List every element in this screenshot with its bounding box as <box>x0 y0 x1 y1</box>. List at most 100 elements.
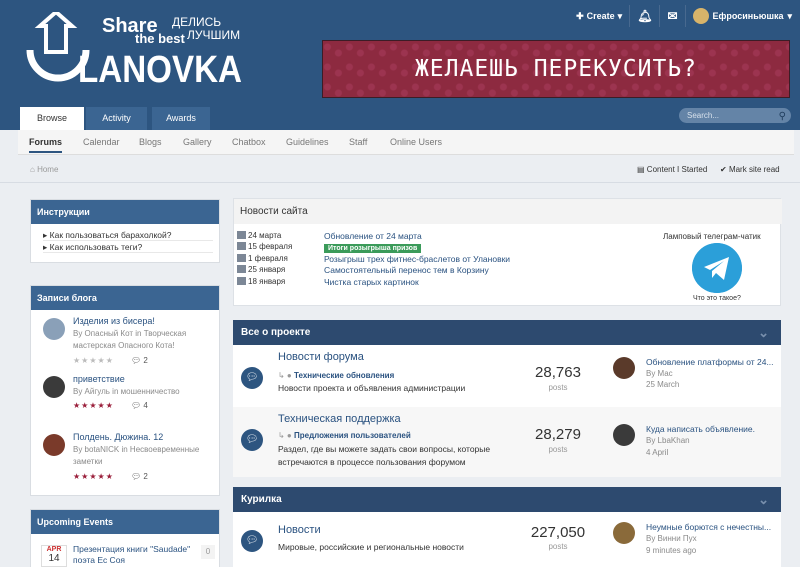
search-placeholder: Search... <box>687 111 720 120</box>
instructions-list: ▸ Как пользоваться барахолкой? ▸ Как исп… <box>31 224 219 253</box>
news-link[interactable]: Чистка старых картинок <box>324 277 419 288</box>
search-icon[interactable]: ⚲ <box>779 109 786 124</box>
forum-posts-label: posts <box>548 445 568 454</box>
subforum-link[interactable]: ↳ ● Предложения пользователей <box>278 431 411 440</box>
last-post-date: 9 minutes ago <box>646 546 697 555</box>
subnav-chatbox[interactable]: Chatbox <box>232 137 266 147</box>
subnav-forums[interactable]: Forums <box>29 137 63 153</box>
avatar[interactable] <box>613 522 635 544</box>
news-date-label: 24 марта <box>248 231 282 240</box>
comment-icon: 💬︎ <box>131 356 142 365</box>
instruction-link[interactable]: ▸ Как пользоваться барахолкой? <box>43 229 213 241</box>
news-link[interactable]: Обновление от 24 марта <box>324 231 422 242</box>
instruction-link[interactable]: ▸ Как использовать теги? <box>43 241 213 253</box>
avatar[interactable] <box>43 434 65 456</box>
blog-entry-title[interactable]: Изделия из бисера! <box>73 316 155 326</box>
avatar[interactable] <box>43 376 65 398</box>
calendar-icon <box>237 254 246 262</box>
chevron-down-icon[interactable]: ⌄ <box>758 487 769 512</box>
site-logo[interactable]: Share the best ДЕЛИСЬ ЛУЧШИМ LANOVKA <box>22 12 252 94</box>
news-date-label: 18 января <box>248 277 286 286</box>
subnav-calendar[interactable]: Calendar <box>83 137 120 147</box>
last-post-author[interactable]: By Винни Пух <box>646 534 697 543</box>
subforum-link[interactable]: ↳ ● Технические обновления <box>278 371 394 380</box>
forum-title[interactable]: Новости <box>278 524 321 536</box>
notifications-bell-icon[interactable]: 🔔︎ <box>637 9 652 23</box>
event-count-badge: 0 <box>201 545 215 559</box>
search-input[interactable]: Search... ⚲ <box>679 108 791 123</box>
event-title[interactable]: Презентация книги "Saudade" поэта Ес Соя <box>73 544 203 566</box>
category-header[interactable]: Все о проекте ⌄ <box>233 320 781 345</box>
forum-title[interactable]: Техническая поддержка <box>278 413 401 425</box>
avatar[interactable] <box>43 318 65 340</box>
divider <box>659 5 661 27</box>
events-widget: Upcoming Events APR 14 Презентация книги… <box>30 509 220 567</box>
mark-read-link[interactable]: ✔ Mark site read <box>720 165 780 174</box>
calendar-icon <box>237 265 246 273</box>
mark-read-label: Mark site read <box>728 165 780 174</box>
chevron-down-icon[interactable]: ⌄ <box>758 320 769 345</box>
forum-row: 💬︎ Техническая поддержка ↳ ● Предложения… <box>233 407 781 477</box>
last-post-author[interactable]: By Mac <box>646 369 673 378</box>
avatar[interactable] <box>613 357 635 379</box>
news-link[interactable]: Самостоятельный перенос тем в Корзину <box>324 265 489 276</box>
plus-icon: ✚ <box>576 10 584 21</box>
category-title: Курилка <box>241 494 282 505</box>
last-post-title[interactable]: Обновление платформы от 24... <box>646 357 774 367</box>
divider <box>684 5 686 27</box>
event-month: APR <box>46 546 62 553</box>
subnav-guidelines[interactable]: Guidelines <box>286 137 329 147</box>
comment-count-value: 4 <box>143 401 148 410</box>
forum-description: Раздел, где вы можете задать свои вопрос… <box>278 444 491 467</box>
telegram-what-link[interactable]: Что это такое? <box>693 295 741 302</box>
forum-post-count: 28,279 <box>535 426 581 443</box>
blog-entry-byline: By Опасный Кот in Творческая мастерская … <box>73 329 187 350</box>
tab-activity[interactable]: Activity <box>86 107 147 130</box>
forum-chat-icon: 💬︎ <box>241 429 263 451</box>
tab-awards[interactable]: Awards <box>152 107 210 130</box>
divider <box>629 5 631 27</box>
avatar[interactable] <box>613 424 635 446</box>
forum-row: 💬︎ Новости Мировые, российские и региона… <box>233 512 781 567</box>
last-post-author[interactable]: By LbaKhan <box>646 436 690 445</box>
create-menu[interactable]: ✚ Create ▾ <box>576 11 622 22</box>
news-link[interactable]: Розыгрыш трех фитнес-браслетов от Уланов… <box>324 254 510 265</box>
subnav-online-users[interactable]: Online Users <box>390 137 442 147</box>
subforum-arrow-icon: ↳ ● <box>278 431 292 440</box>
news-date: 25 января <box>237 265 285 276</box>
blog-entry-title[interactable]: приветствие <box>73 374 125 384</box>
user-bar: ✚ Create ▾ 🔔︎ ✉ Ефросиньюшка ▾ <box>576 5 792 27</box>
blog-entry-title[interactable]: Полдень. Дюжина. 12 <box>73 432 163 442</box>
news-badge-link[interactable]: Итоги розыгрыша призов <box>324 242 422 253</box>
user-menu[interactable]: Ефросиньюшка ▾ <box>692 8 792 24</box>
rating-stars-icon: ★★★★★ <box>73 401 114 410</box>
ad-banner[interactable]: ЖЕЛАЕШЬ ПЕРЕКУСИТЬ? <box>322 40 790 98</box>
blog-entry-byline: By botaNICK in Несвоевременные заметки <box>73 445 200 466</box>
breadcrumb-home[interactable]: ⌂ Home <box>30 165 58 174</box>
logo-luchshim-text: ЛУЧШИМ <box>187 28 240 42</box>
content-icon: ▤ <box>637 165 645 174</box>
forum-chat-icon: 💬︎ <box>241 530 263 552</box>
comment-count: 💬︎ 4 <box>131 401 148 410</box>
blog-entry-byline: By Айгуль in мошенничество <box>73 387 180 396</box>
subnav-blogs[interactable]: Blogs <box>139 137 162 147</box>
news-date-label: 25 января <box>248 265 286 274</box>
last-post-title[interactable]: Неумные борются с нечестны... <box>646 522 771 532</box>
last-post-title[interactable]: Куда написать объявление. <box>646 424 755 434</box>
messages-envelope-icon[interactable]: ✉ <box>667 9 677 23</box>
forum-row: 💬︎ Новости форума ↳ ● Технические обновл… <box>233 345 781 407</box>
subforum-arrow-icon: ↳ ● <box>278 371 292 380</box>
site-news-title: Новости сайта <box>234 199 782 224</box>
forum-posts-label: posts <box>548 383 568 392</box>
subnav-staff[interactable]: Staff <box>349 137 367 147</box>
tab-browse[interactable]: Browse <box>20 107 84 130</box>
category-title: Все о проекте <box>241 327 311 338</box>
logo-brand-text: LANOVKA <box>78 49 242 91</box>
logo-delis-text: ДЕЛИСЬ <box>172 15 221 29</box>
content-started-link[interactable]: ▤ Content I Started <box>637 165 707 174</box>
forum-title[interactable]: Новости форума <box>278 351 364 363</box>
event-date-icon: APR 14 <box>41 545 67 567</box>
telegram-icon[interactable] <box>692 243 742 293</box>
category-header[interactable]: Курилка ⌄ <box>233 487 781 512</box>
subnav-gallery[interactable]: Gallery <box>183 137 212 147</box>
